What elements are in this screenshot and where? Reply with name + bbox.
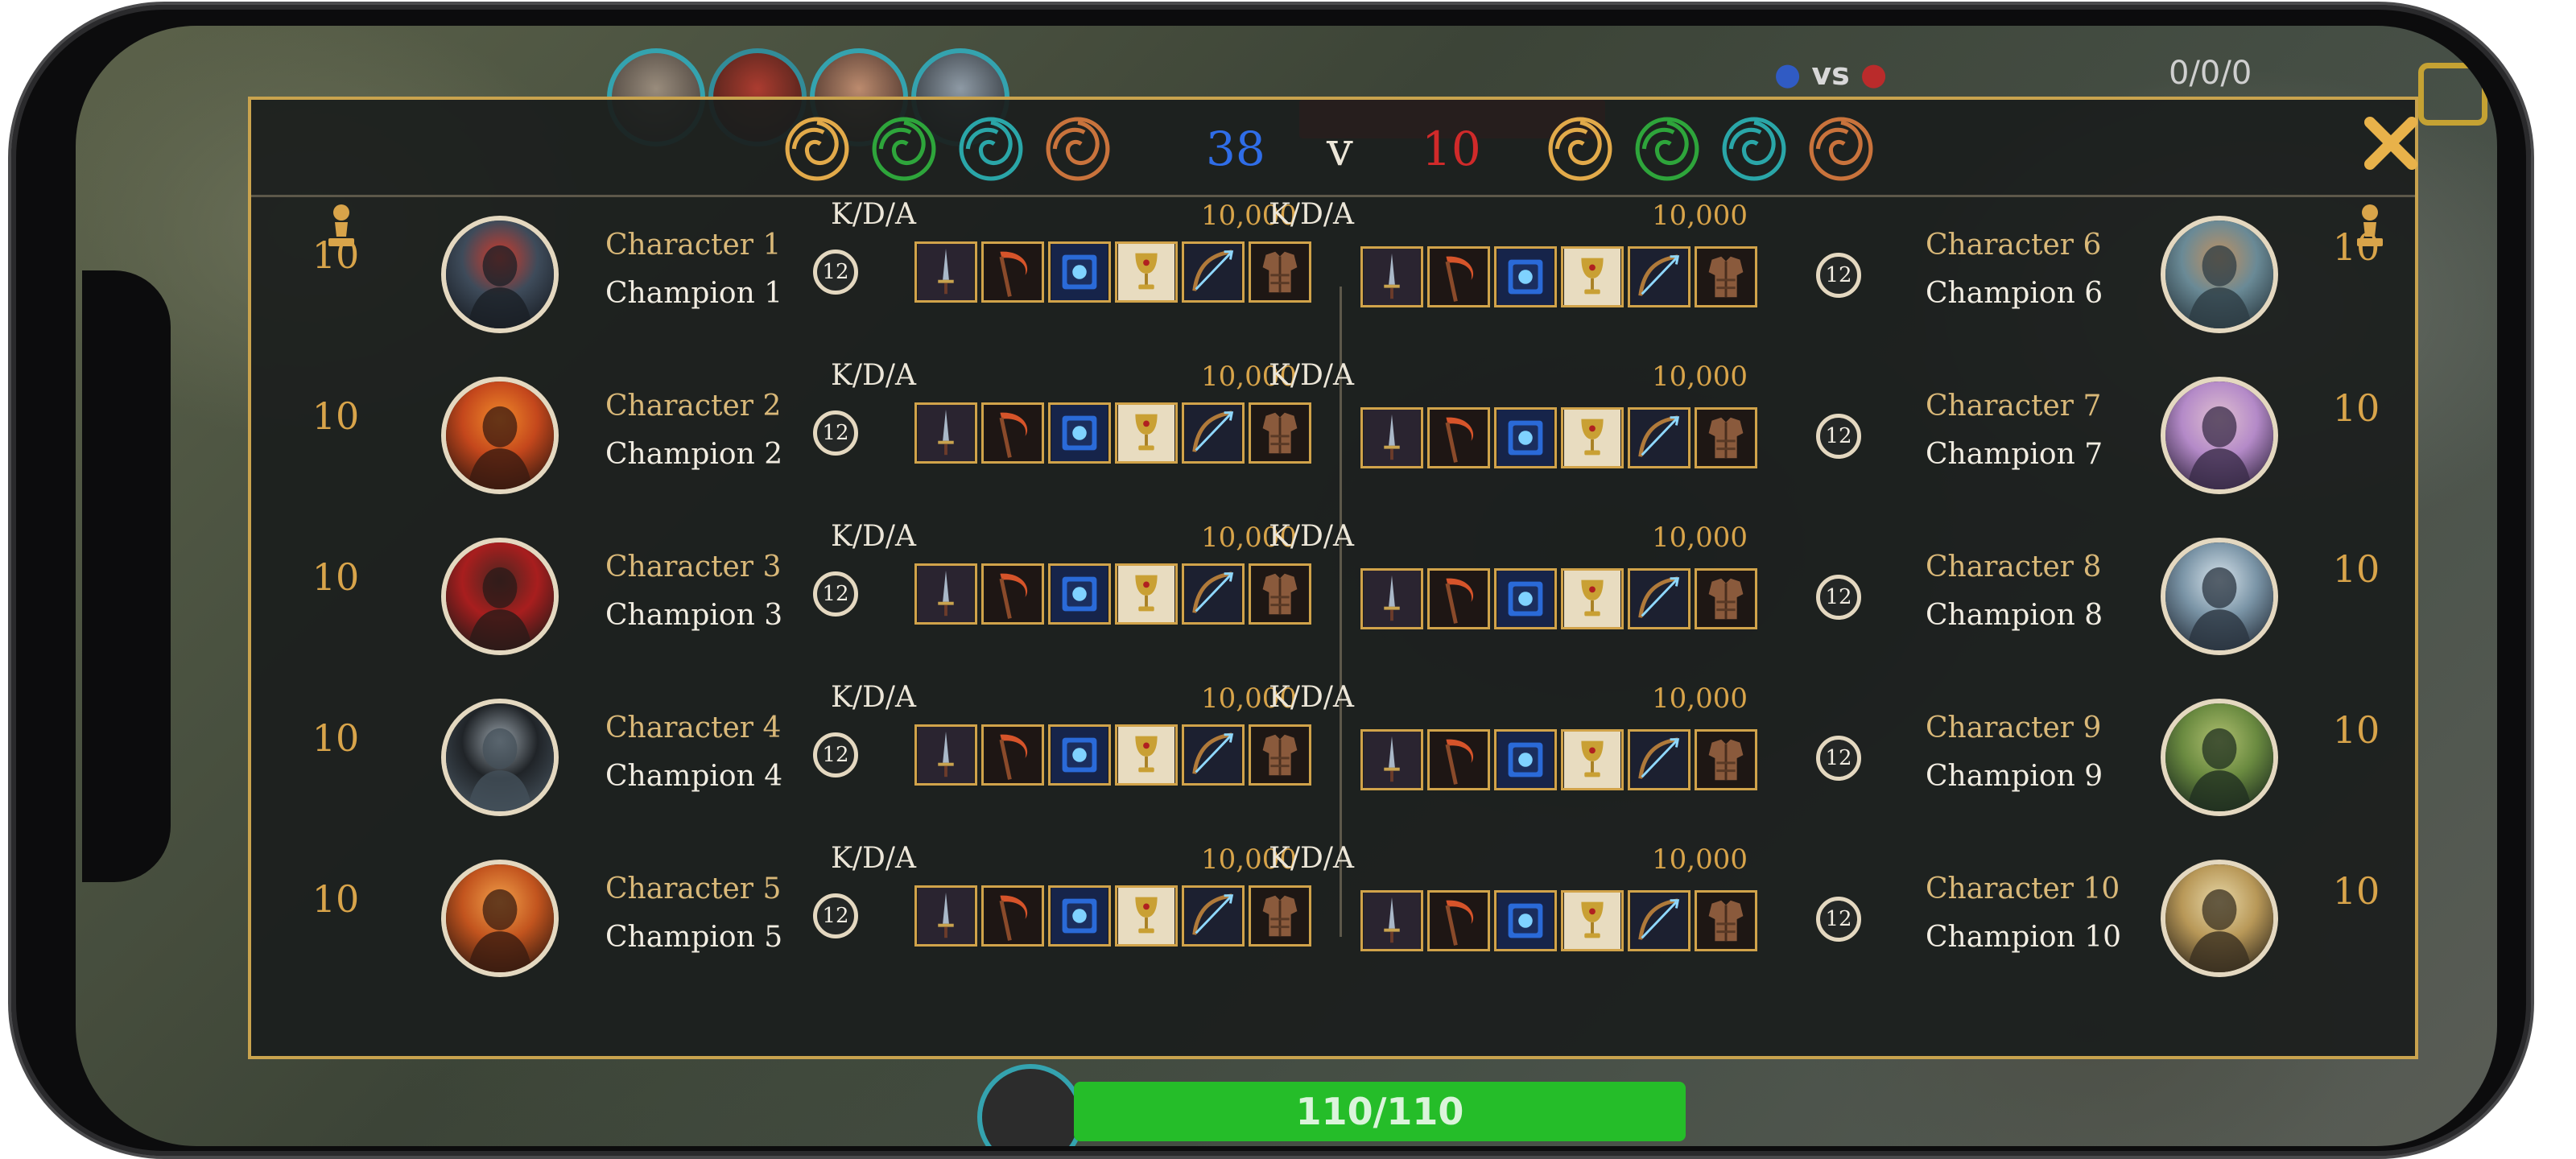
gold-swirl-icon: [1548, 117, 1612, 181]
champion-name: Champion 6: [1926, 277, 2103, 310]
rank-badge: 12: [1816, 897, 1861, 942]
red-team-score: 10: [1422, 122, 1481, 176]
player-row[interactable]: 10 Character 9 Champion 9 12 K/D/A 10,00…: [251, 676, 2415, 837]
player-level: 10: [2332, 708, 2380, 752]
champion-name: Champion 8: [1926, 599, 2103, 632]
champion-portrait[interactable]: [2161, 699, 2278, 816]
player-health-bar: 110/110: [1074, 1082, 1686, 1141]
versus-label: v: [1327, 122, 1353, 176]
close-icon[interactable]: [2360, 113, 2421, 174]
blue-team-score: 38: [1206, 122, 1265, 176]
champion-portrait[interactable]: [2161, 377, 2278, 494]
rank-badge: 12: [1816, 736, 1861, 781]
character-name: Character 10: [1926, 872, 2120, 905]
armor-icon[interactable]: [1695, 568, 1757, 629]
player-row[interactable]: 10 Character 8 Champion 8 12 K/D/A 10,00…: [251, 515, 2415, 676]
rank-badge: 12: [1816, 253, 1861, 298]
rank-badge: 12: [1816, 575, 1861, 620]
armor-icon[interactable]: [1695, 246, 1757, 307]
scythe-icon[interactable]: [1427, 890, 1490, 951]
item-slots: [1360, 890, 1761, 956]
champion-name: Champion 10: [1926, 921, 2121, 954]
kda-label: K/D/A: [1269, 359, 1355, 392]
champion-portrait[interactable]: [2161, 538, 2278, 655]
bow-icon[interactable]: [1628, 890, 1690, 951]
chalice-icon[interactable]: [1561, 890, 1624, 951]
bow-icon[interactable]: [1628, 568, 1690, 629]
chalice-icon[interactable]: [1561, 729, 1624, 790]
spellbook-icon[interactable]: [1494, 729, 1557, 790]
champion-name: Champion 9: [1926, 760, 2103, 793]
green-swirl-icon: [1635, 117, 1699, 181]
sword-icon[interactable]: [1360, 407, 1423, 468]
item-slots: [1360, 407, 1761, 473]
hud-team-vs: ● vs ●: [1774, 56, 1888, 92]
item-slots: [1360, 729, 1761, 795]
green-swirl-icon: [872, 117, 936, 181]
chalice-icon[interactable]: [1561, 568, 1624, 629]
item-slots: [1360, 246, 1761, 312]
spellbook-icon[interactable]: [1494, 890, 1557, 951]
scoreboard-panel: 38 v 10 10 Character 1 Champion 1 12 K/D…: [248, 97, 2418, 1059]
character-name: Character 8: [1926, 551, 2102, 584]
character-name: Character 9: [1926, 711, 2102, 744]
rank-badge: 12: [1816, 414, 1861, 459]
player-portrait[interactable]: [977, 1064, 1084, 1146]
kda-label: K/D/A: [1269, 198, 1355, 231]
sword-icon[interactable]: [1360, 568, 1423, 629]
spellbook-icon[interactable]: [1494, 407, 1557, 468]
spellbook-icon[interactable]: [1494, 246, 1557, 307]
champion-portrait[interactable]: [2161, 216, 2278, 333]
spellbook-icon[interactable]: [1494, 568, 1557, 629]
scythe-icon[interactable]: [1427, 568, 1490, 629]
sword-icon[interactable]: [1360, 729, 1423, 790]
bow-icon[interactable]: [1628, 407, 1690, 468]
scoreboard-header: 38 v 10: [251, 100, 2417, 197]
item-slots: [1360, 568, 1761, 634]
teal-swirl-icon: [959, 117, 1023, 181]
orange-swirl-icon: [1046, 117, 1110, 181]
orange-swirl-icon: [1809, 117, 1873, 181]
player-level: 10: [2332, 386, 2380, 430]
scythe-icon[interactable]: [1427, 729, 1490, 790]
armor-icon[interactable]: [1695, 890, 1757, 951]
armor-icon[interactable]: [1695, 407, 1757, 468]
gold-amount: 10,000: [1652, 200, 1748, 232]
phone-notch: [82, 270, 171, 882]
gold-amount: 10,000: [1652, 522, 1748, 554]
armor-icon[interactable]: [1695, 729, 1757, 790]
teal-swirl-icon: [1722, 117, 1786, 181]
player-level: 10: [2332, 869, 2380, 913]
kda-label: K/D/A: [1269, 842, 1355, 875]
hud-kda-readout: 0/0/0: [2169, 55, 2252, 92]
champion-name: Champion 7: [1926, 438, 2103, 471]
champion-portrait[interactable]: [2161, 860, 2278, 977]
player-row[interactable]: 10 Character 10 Champion 10 12 K/D/A 10,…: [251, 837, 2415, 998]
chalice-icon[interactable]: [1561, 407, 1624, 468]
scythe-icon[interactable]: [1427, 407, 1490, 468]
gold-amount: 10,000: [1652, 843, 1748, 876]
chat-icon[interactable]: [2418, 63, 2487, 126]
gold-swirl-icon: [785, 117, 849, 181]
scythe-icon[interactable]: [1427, 246, 1490, 307]
character-name: Character 6: [1926, 229, 2102, 262]
kda-label: K/D/A: [1269, 681, 1355, 714]
player-row[interactable]: 10 Character 6 Champion 6 12 K/D/A 10,00…: [251, 193, 2415, 354]
sword-icon[interactable]: [1360, 890, 1423, 951]
player-level: 10: [2332, 225, 2380, 269]
player-level: 10: [2332, 547, 2380, 591]
chalice-icon[interactable]: [1561, 246, 1624, 307]
gold-amount: 10,000: [1652, 361, 1748, 393]
gold-amount: 10,000: [1652, 683, 1748, 715]
kda-label: K/D/A: [1269, 520, 1355, 553]
player-row[interactable]: 10 Character 7 Champion 7 12 K/D/A 10,00…: [251, 354, 2415, 515]
bow-icon[interactable]: [1628, 729, 1690, 790]
sword-icon[interactable]: [1360, 246, 1423, 307]
bow-icon[interactable]: [1628, 246, 1690, 307]
character-name: Character 7: [1926, 390, 2102, 423]
